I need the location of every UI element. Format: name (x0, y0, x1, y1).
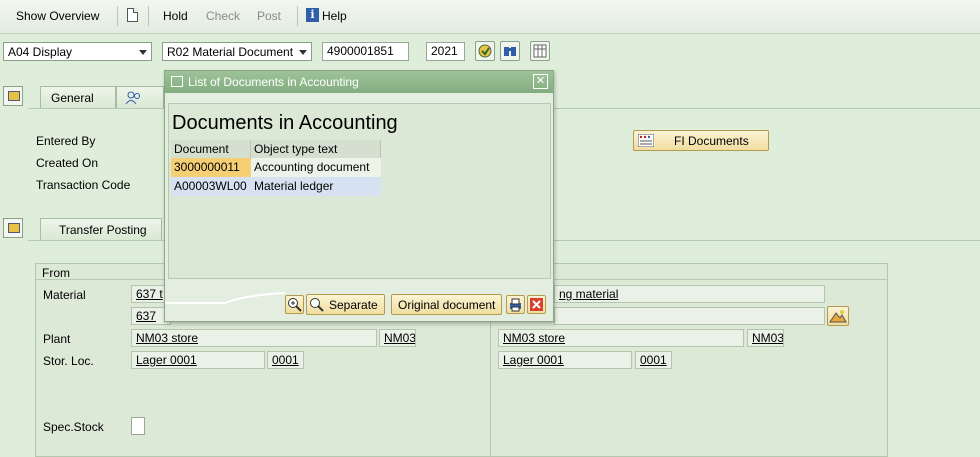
transaction-code-label: Transaction Code (36, 178, 131, 192)
zoom-in-icon[interactable] (285, 295, 304, 314)
binoculars-icon[interactable] (500, 41, 520, 61)
column-header-object-type[interactable]: Object type text (251, 140, 381, 158)
info-icon[interactable]: i (306, 8, 319, 22)
to-storage-location-field[interactable]: Lager 0001 (498, 351, 632, 369)
documents-list-icon (638, 134, 654, 147)
close-icon[interactable]: ✕ (533, 74, 548, 89)
tab-general-label: General (51, 91, 94, 105)
help-button[interactable]: Help (322, 9, 347, 23)
toolbar-separator (117, 6, 118, 26)
to-material-field[interactable]: ng material (554, 285, 825, 303)
original-document-button[interactable]: Original document (391, 294, 503, 315)
table-grid-icon[interactable] (530, 41, 550, 61)
material-value: 637 t (136, 287, 163, 301)
object-type-text: Material ledger (254, 179, 334, 193)
object-type-text: Accounting document (254, 160, 370, 174)
tab-transfer-posting[interactable]: Transfer Posting (40, 218, 162, 240)
to-material-number-field[interactable] (554, 307, 825, 325)
action-select[interactable]: A04 Display (3, 42, 152, 61)
to-plant-field[interactable]: NM03 store (498, 329, 744, 347)
separate-button[interactable]: Separate (306, 294, 385, 315)
to-plant-code-field[interactable]: NM03 (747, 329, 784, 347)
list-heading: Documents in Accounting (172, 112, 398, 134)
document-number-value: 4900001851 (327, 44, 394, 58)
special-stock-field[interactable] (131, 417, 145, 435)
document-number: 3000000011 (174, 160, 240, 174)
toolbar-separator (297, 6, 298, 26)
to-storage-location-value: Lager 0001 (503, 353, 564, 367)
plant-label: Plant (43, 332, 71, 346)
post-button: Post (257, 9, 282, 23)
cancel-icon[interactable] (527, 295, 546, 314)
storage-location-value: Lager 0001 (136, 353, 197, 367)
document-number-field[interactable]: 4900001851 (322, 42, 409, 61)
application-toolbar: Show Overview Hold Check Post i Help (0, 0, 980, 34)
year-value: 2021 (431, 44, 458, 58)
plant-code-field[interactable]: NM03 (379, 329, 416, 347)
separate-button-label: Separate (329, 298, 378, 312)
dialog-title: List of Documents in Accounting (188, 75, 359, 89)
reference-select[interactable]: R02 Material Document (162, 42, 312, 61)
year-field[interactable]: 2021 (426, 42, 465, 61)
to-plant-code-value: NM03 (752, 331, 784, 345)
storage-location-code-field[interactable]: 0001 (267, 351, 304, 369)
created-on-label: Created On (36, 156, 99, 170)
to-storage-location-code-field[interactable]: 0001 (635, 351, 672, 369)
check-button: Check (206, 9, 241, 23)
plant-field[interactable]: NM03 store (131, 329, 377, 347)
mountain-image-icon[interactable] (827, 306, 849, 326)
column-header-document-label: Document (174, 142, 229, 156)
storage-location-field[interactable]: Lager 0001 (131, 351, 265, 369)
storage-location-label: Stor. Loc. (43, 354, 94, 368)
material-number-value: 637 (136, 309, 157, 323)
action-select-value: A04 Display (8, 45, 73, 59)
chevron-down-icon (299, 50, 307, 55)
table-row-document[interactable]: A00003WL00 (171, 177, 251, 196)
user-group-icon (125, 91, 140, 105)
document-number: A00003WL00 (174, 179, 247, 193)
special-stock-label: Spec.Stock (43, 420, 104, 434)
print-icon[interactable] (506, 295, 525, 314)
table-row-object-type[interactable]: Material ledger (251, 177, 381, 196)
new-document-icon[interactable] (127, 8, 138, 22)
table-row-object-type[interactable]: Accounting document (251, 158, 381, 177)
fi-documents-label: FI Documents (674, 134, 749, 148)
chevron-down-icon (139, 50, 147, 55)
plant-code-value: NM03 (384, 331, 416, 345)
column-header-object-type-label: Object type text (254, 142, 338, 156)
tab-transfer-posting-label: Transfer Posting (59, 223, 147, 237)
decorative-curve (165, 292, 285, 304)
execute-icon[interactable] (475, 41, 495, 61)
tab-partner[interactable] (116, 86, 164, 108)
to-storage-location-code-value: 0001 (640, 353, 667, 367)
table-row-document[interactable]: 3000000011 (171, 158, 251, 177)
fi-documents-button[interactable]: FI Documents (633, 130, 769, 151)
dialog-content: Documents in Accounting Document Object … (168, 103, 551, 279)
expand-item-icon[interactable] (3, 218, 23, 238)
expand-header-icon[interactable] (3, 86, 23, 106)
show-overview-button[interactable]: Show Overview (16, 9, 99, 23)
reference-select-value: R02 Material Document (167, 45, 294, 59)
tab-general[interactable]: General (40, 86, 116, 108)
material-label: Material (43, 288, 86, 302)
to-material-value: ng material (559, 287, 619, 301)
storage-location-code-value: 0001 (272, 353, 299, 367)
from-group-title: From (42, 266, 70, 280)
window-icon (171, 76, 183, 87)
plant-value: NM03 store (136, 331, 199, 345)
hold-button[interactable]: Hold (163, 9, 188, 23)
original-document-button-label: Original document (398, 298, 496, 312)
toolbar-separator (148, 6, 149, 26)
dialog-title-bar[interactable]: List of Documents in Accounting ✕ (165, 71, 553, 93)
magnifier-icon (310, 298, 324, 312)
column-header-document[interactable]: Document (171, 140, 251, 158)
to-plant-value: NM03 store (503, 331, 566, 345)
documents-in-accounting-dialog: List of Documents in Accounting ✕ Docume… (164, 70, 554, 322)
entered-by-label: Entered By (36, 134, 96, 148)
